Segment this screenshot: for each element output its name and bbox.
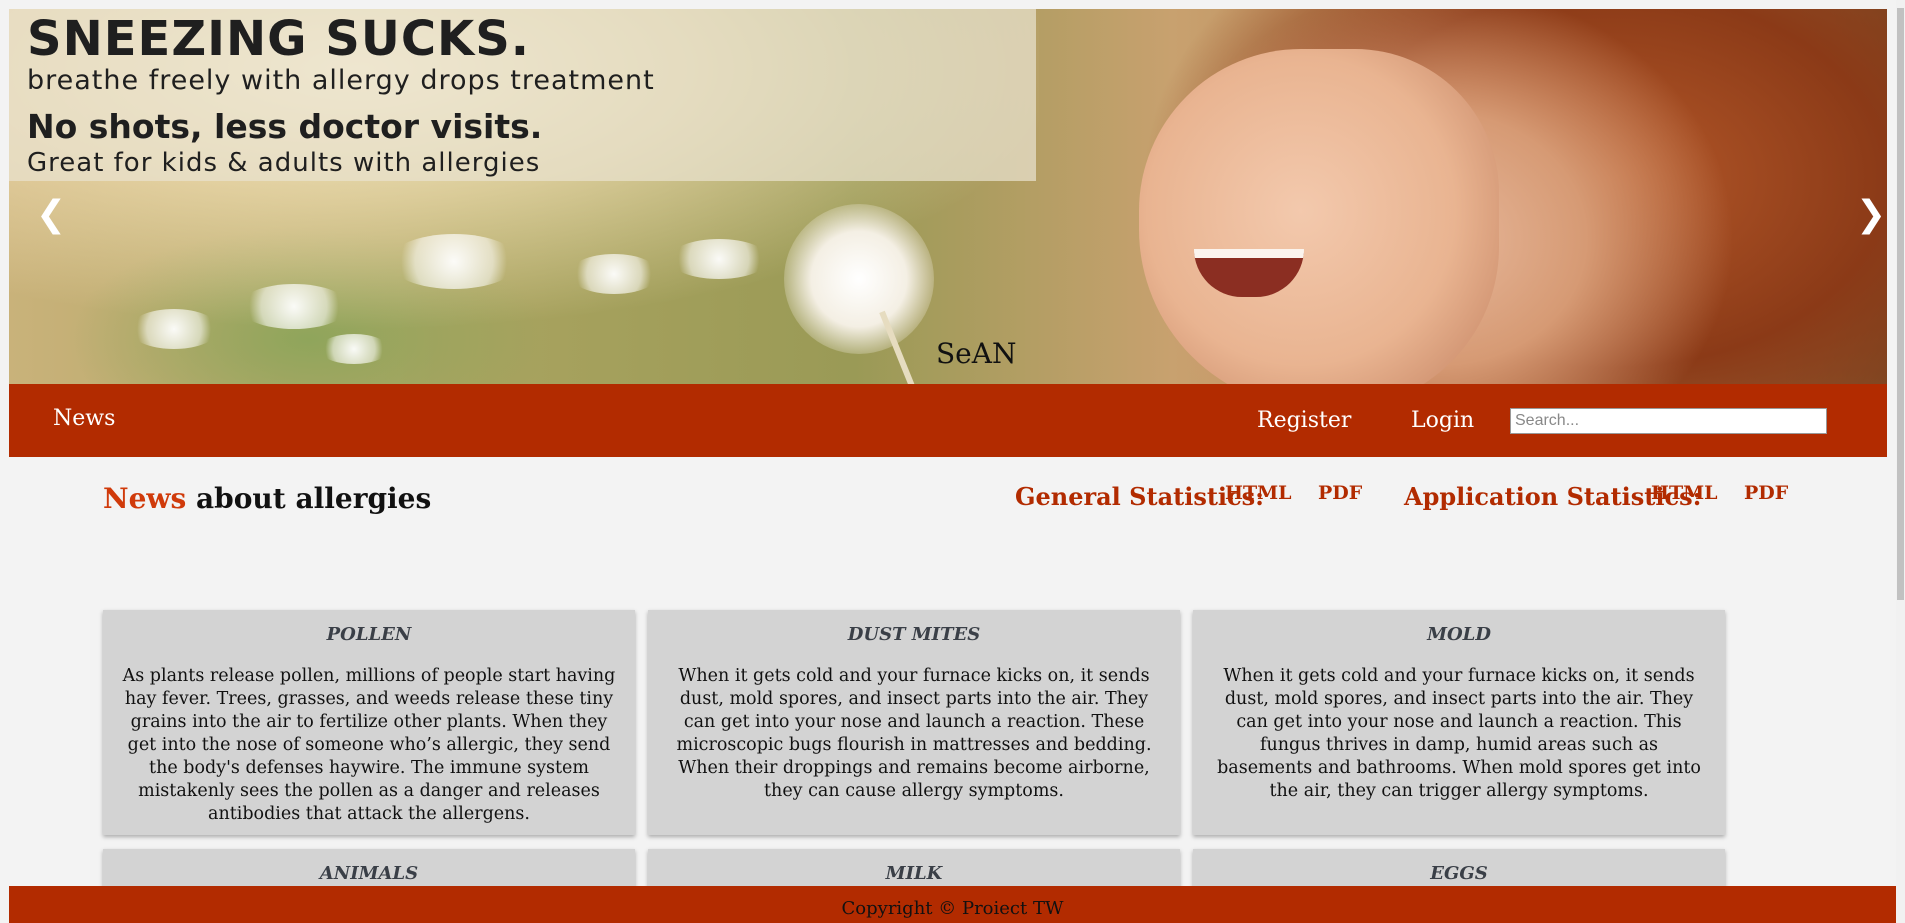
dandelion-image [784, 204, 934, 354]
navbar: News Register Login [9, 384, 1887, 457]
search-input[interactable] [1510, 408, 1827, 434]
news-card-dust-mites[interactable]: DUST MITES When it gets cold and your fu… [648, 610, 1180, 835]
card-title: MILK [885, 863, 943, 884]
page-scrollbar[interactable] [1896, 0, 1905, 923]
card-title: EGGS [1430, 863, 1488, 884]
seed-fluff [569, 254, 659, 294]
banner-subline: breathe freely with allergy drops treatm… [27, 65, 655, 96]
seed-fluff [389, 234, 519, 289]
nav-login-link[interactable]: Login [1411, 408, 1474, 433]
nav-register-link[interactable]: Register [1257, 408, 1351, 433]
card-title: DUST MITES [847, 624, 981, 645]
banner-headline-2: No shots, less doctor visits. [27, 107, 543, 146]
news-card-pollen[interactable]: POLLEN As plants release pollen, million… [103, 610, 635, 835]
card-title: ANIMALS [319, 863, 419, 884]
general-statistics-pdf-link[interactable]: PDF [1318, 482, 1362, 504]
banner-subline-2: Great for kids & adults with allergies [27, 148, 541, 178]
page-title-accent: News [103, 482, 187, 515]
footer-copyright: Copyright © Proiect TW [841, 898, 1064, 919]
carousel-caption: SeAN [936, 337, 1017, 370]
seed-fluff [669, 239, 769, 279]
card-title: MOLD [1427, 624, 1491, 645]
seed-fluff [319, 334, 389, 364]
page-title-rest: about allergies [186, 482, 432, 515]
carousel-prev-icon[interactable]: ❮ [36, 197, 66, 233]
card-text: When it gets cold and your furnace kicks… [676, 666, 1152, 801]
general-statistics-html-link[interactable]: HTML [1225, 482, 1291, 504]
news-card-mold[interactable]: MOLD When it gets cold and your furnace … [1193, 610, 1725, 835]
banner-headline: SNEEZING SUCKS. [27, 11, 531, 67]
seed-fluff [129, 309, 219, 349]
nav-news-link[interactable]: News [53, 406, 115, 431]
banner-text-box: SNEEZING SUCKS. breathe freely with alle… [9, 9, 1036, 181]
scrollbar-thumb[interactable] [1897, 8, 1904, 600]
page-title: News about allergies [103, 482, 431, 515]
footer: Copyright © Proiect TW [9, 886, 1896, 923]
card-text: As plants release pollen, millions of pe… [122, 666, 616, 824]
card-title: POLLEN [326, 624, 412, 645]
application-statistics-pdf-link[interactable]: PDF [1744, 482, 1788, 504]
application-statistics-html-link[interactable]: HTML [1651, 482, 1717, 504]
hero-banner: SNEEZING SUCKS. breathe freely with alle… [9, 9, 1887, 384]
seed-fluff [239, 284, 349, 329]
card-text: When it gets cold and your furnace kicks… [1217, 666, 1701, 801]
girl-face-image [1139, 49, 1499, 384]
carousel-next-icon[interactable]: ❯ [1856, 197, 1886, 233]
